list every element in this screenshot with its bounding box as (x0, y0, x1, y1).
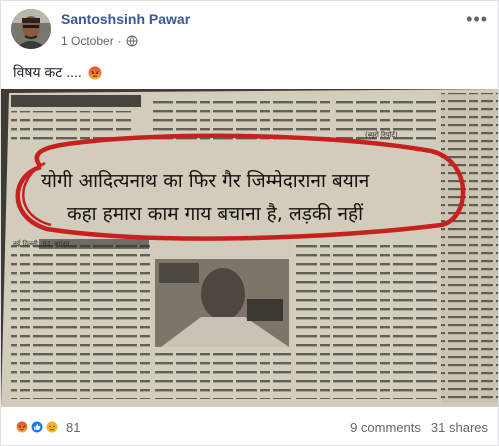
comments-count[interactable]: 9 comments (350, 420, 421, 435)
shares-count[interactable]: 31 shares (431, 420, 488, 435)
post-photo[interactable]: (ब्यूरो रिपोर्ट) योगी आदित्यनाथ का फिर ग… (1, 89, 498, 407)
newspaper-clipping: (ब्यूरो रिपोर्ट) योगी आदित्यनाथ का फिर ग… (1, 89, 498, 407)
dateline: नई दिल्ली, 01 अगस्त (13, 239, 70, 248)
sad-reaction-icon (43, 418, 61, 436)
post-date[interactable]: 1 October (61, 34, 114, 48)
angry-emoji (88, 66, 102, 79)
author-name[interactable]: Santoshsinh Pawar (61, 11, 190, 27)
bureau-label: (ब्यूरो रिपोर्ट) (365, 130, 398, 139)
post-footer: 81 9 comments 31 shares (1, 409, 498, 445)
post-card: Santoshsinh Pawar 1 October · ••• विषय क… (0, 0, 499, 446)
avatar[interactable] (11, 9, 51, 49)
more-options-icon[interactable]: ••• (466, 9, 488, 30)
reaction-count[interactable]: 81 (66, 420, 80, 435)
reactions-summary[interactable]: 81 (13, 418, 80, 436)
headline-line-1: योगी आदित्यनाथ का फिर गैर जिम्मेदाराना ब… (41, 169, 370, 192)
post-text: विषय कट .... (13, 63, 102, 82)
post-text-body: विषय कट .... (13, 64, 82, 80)
headline-line-2: कहा हमारा काम गाय बचाना है, लड़की नहीं (67, 202, 364, 225)
globe-icon[interactable] (126, 35, 138, 47)
post-meta: 1 October · (61, 34, 138, 48)
engagement-stats: 9 comments 31 shares (350, 420, 488, 435)
